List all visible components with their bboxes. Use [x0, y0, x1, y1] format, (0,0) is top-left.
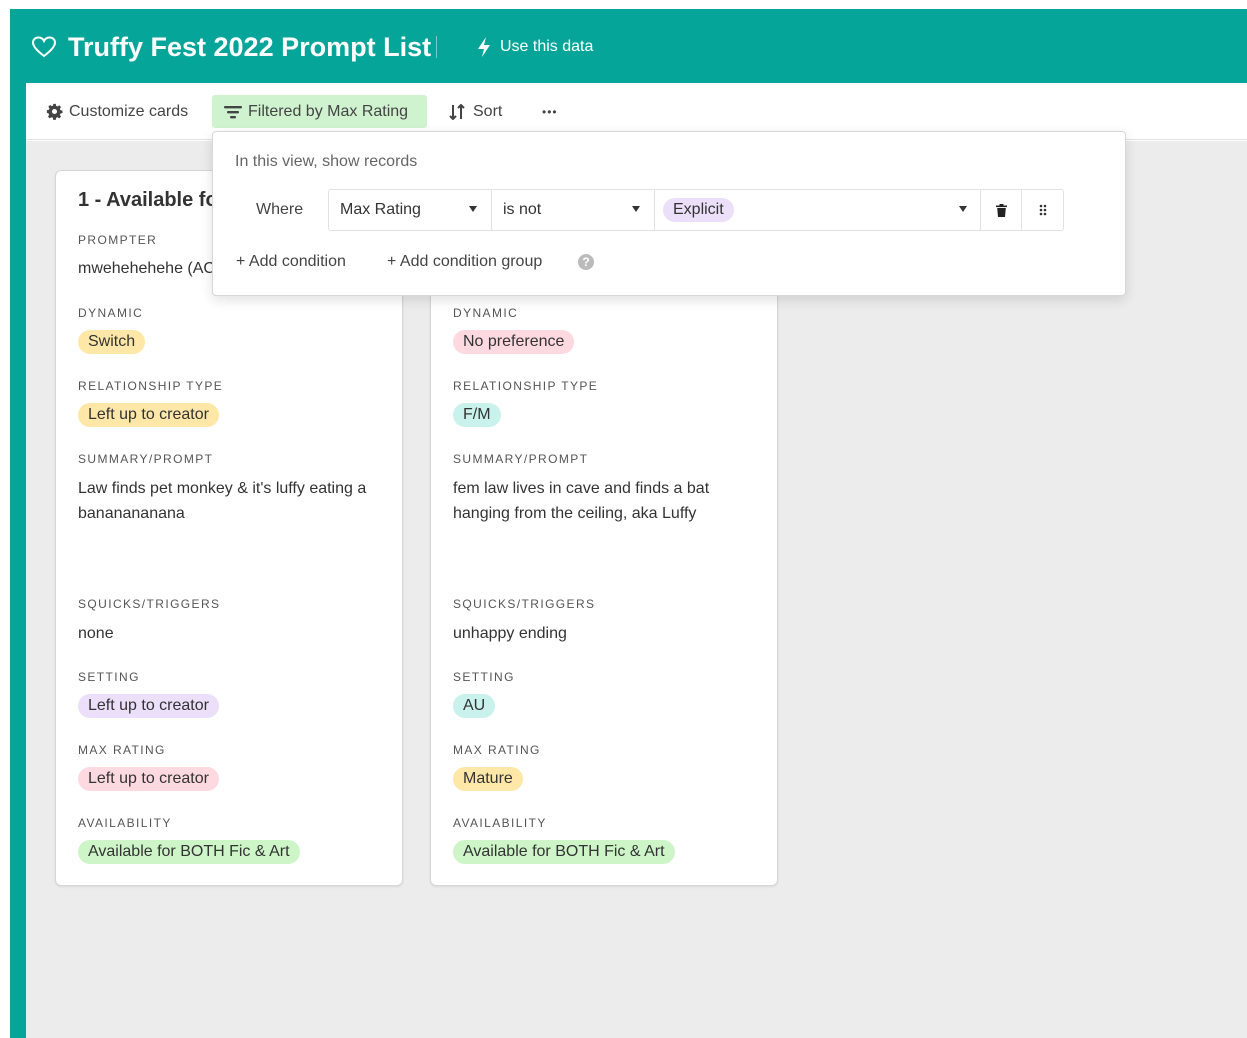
help-icon[interactable]: ? — [578, 254, 594, 270]
filter-popover-title: In this view, show records — [235, 153, 418, 170]
field-label: MAX RATING — [78, 743, 166, 757]
add-condition-group-button[interactable]: + Add condition group — [387, 253, 542, 271]
delete-condition-button[interactable] — [980, 189, 1022, 231]
field-label: MAX RATING — [453, 743, 541, 757]
dynamic-pill: No preference — [453, 330, 575, 354]
chevron-down-icon — [959, 206, 967, 212]
summary-value: fem law lives in cave and finds a bat ha… — [453, 480, 710, 522]
chevron-down-icon — [632, 206, 640, 212]
chevron-down-icon — [469, 206, 477, 212]
condition-operator-select[interactable]: is not — [491, 189, 655, 231]
field-label: SETTING — [453, 670, 515, 684]
field-label: RELATIONSHIP TYPE — [78, 379, 224, 393]
relationship-pill: Left up to creator — [78, 403, 219, 427]
sort-label: Sort — [473, 102, 503, 120]
setting-pill: Left up to creator — [78, 694, 219, 718]
card-title: 1 - Available fo — [78, 189, 218, 211]
filter-popover: In this view, show records Where Max Rat… — [212, 131, 1126, 296]
summary-value: Law finds pet monkey & it's luffy eating… — [78, 480, 367, 522]
drag-handle-icon — [1039, 204, 1046, 216]
filter-button[interactable]: Filtered by Max Rating — [212, 95, 427, 128]
trash-icon — [995, 203, 1007, 217]
ellipsis-icon: ••• — [542, 104, 558, 119]
field-label: SETTING — [78, 670, 140, 684]
page-title: Truffy Fest 2022 Prompt List — [68, 32, 432, 62]
availability-pill: Available for BOTH Fic & Art — [78, 840, 300, 864]
filter-label: Filtered by Max Rating — [248, 102, 409, 120]
add-condition-button[interactable]: + Add condition — [236, 253, 346, 271]
availability-pill: Available for BOTH Fic & Art — [453, 840, 675, 864]
top-strip — [0, 0, 1247, 9]
squicks-value: none — [78, 625, 114, 642]
relationship-pill: F/M — [453, 403, 501, 427]
dynamic-pill: Switch — [78, 330, 146, 354]
rating-pill: Left up to creator — [78, 767, 219, 791]
where-label: Where — [256, 201, 304, 218]
field-label: DYNAMIC — [453, 306, 519, 320]
condition-field-select[interactable]: Max Rating — [328, 189, 492, 231]
customize-cards-label: Customize cards — [69, 102, 189, 120]
title-divider — [436, 36, 437, 58]
heart-icon[interactable] — [32, 36, 56, 58]
field-label: DYNAMIC — [78, 306, 144, 320]
drag-handle[interactable] — [1021, 189, 1064, 231]
more-options-button[interactable]: ••• — [542, 95, 558, 128]
squicks-value: unhappy ending — [453, 625, 567, 642]
gear-icon — [46, 103, 63, 120]
field-label: PROMPTER — [78, 233, 158, 247]
field-label: SQUICKS/TRIGGERS — [453, 597, 596, 611]
prompter-value: mwehehehehe (AC — [78, 260, 215, 277]
sort-icon — [449, 103, 465, 120]
condition-value-select[interactable]: Explicit — [654, 189, 981, 231]
bolt-icon[interactable] — [476, 36, 492, 58]
field-label: AVAILABILITY — [453, 816, 547, 830]
rating-pill: Mature — [453, 767, 523, 791]
field-label: SQUICKS/TRIGGERS — [78, 597, 221, 611]
condition-value-pill: Explicit — [663, 198, 734, 222]
setting-pill: AU — [453, 694, 496, 718]
use-this-data-button[interactable]: Use this data — [500, 38, 593, 56]
condition-operator-value: is not — [503, 201, 542, 218]
field-label: SUMMARY/PROMPT — [78, 452, 214, 466]
filter-icon — [224, 105, 242, 118]
field-label: AVAILABILITY — [78, 816, 172, 830]
field-label: SUMMARY/PROMPT — [453, 452, 589, 466]
customize-cards-button[interactable]: Customize cards — [46, 95, 188, 128]
field-label: RELATIONSHIP TYPE — [453, 379, 599, 393]
condition-field-value: Max Rating — [340, 201, 421, 218]
sort-button[interactable]: Sort — [449, 95, 502, 128]
